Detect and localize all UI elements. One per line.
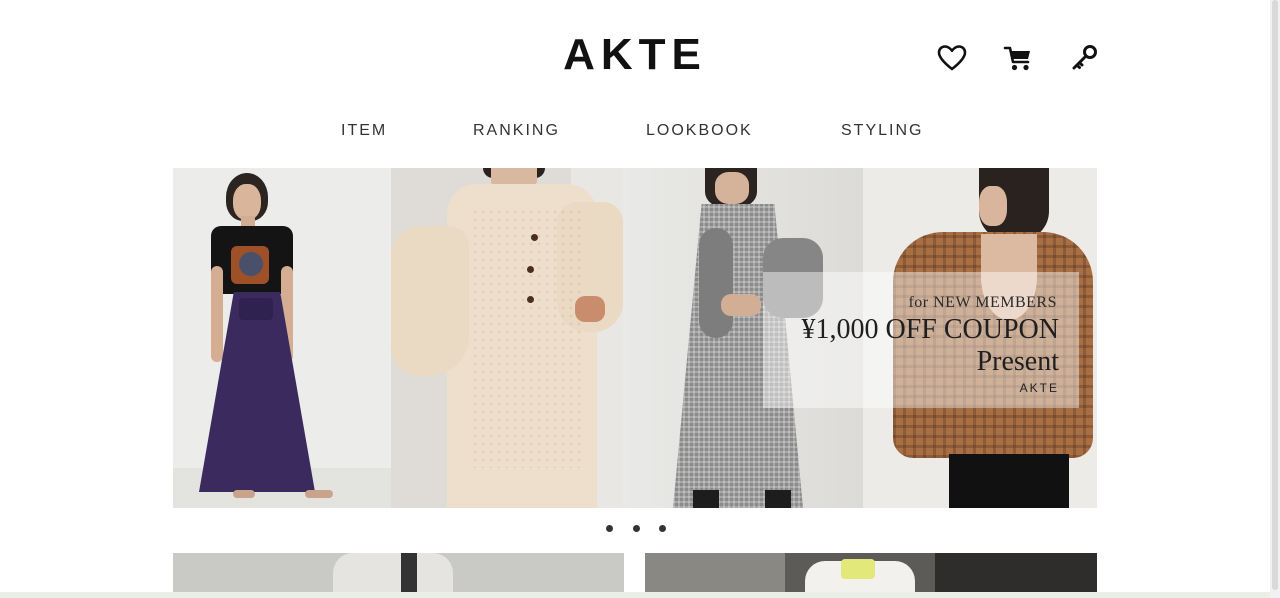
carousel-pagination xyxy=(0,525,1270,535)
hero-image-model-1 xyxy=(173,168,391,508)
coupon-brand: AKTE xyxy=(1019,381,1059,395)
coupon-title: ¥1,000 OFF COUPON xyxy=(801,314,1060,345)
bottom-strip xyxy=(0,592,1270,598)
hero-image-model-2 xyxy=(391,168,623,508)
carousel-dot-3[interactable] xyxy=(659,525,666,532)
nav-item-item[interactable]: ITEM xyxy=(341,122,387,140)
heart-icon xyxy=(937,45,967,71)
key-icon xyxy=(1072,45,1097,70)
hero-banner[interactable]: for NEW MEMBERS ¥1,000 OFF COUPON Presen… xyxy=(173,168,1097,508)
carousel-dot-2[interactable] xyxy=(633,525,640,532)
coupon-present: Present xyxy=(976,346,1059,377)
nav-item-ranking[interactable]: RANKING xyxy=(473,122,560,140)
coupon-banner[interactable]: for NEW MEMBERS ¥1,000 OFF COUPON Presen… xyxy=(763,272,1079,408)
coupon-subtitle: for NEW MEMBERS xyxy=(908,294,1057,311)
scrollbar-thumb[interactable] xyxy=(1272,0,1278,590)
carousel-dot-1[interactable] xyxy=(606,525,613,532)
nav-item-lookbook[interactable]: LOOKBOOK xyxy=(646,122,753,140)
favorites-button[interactable] xyxy=(932,38,972,78)
cart-button[interactable] xyxy=(998,38,1038,78)
page: AKTE ITEM RANKING LOOKBOOK STYLING for N… xyxy=(0,0,1270,598)
login-button[interactable] xyxy=(1064,38,1104,78)
nav-item-styling[interactable]: STYLING xyxy=(841,122,923,140)
scrollbar[interactable] xyxy=(1270,0,1280,598)
cart-icon xyxy=(1003,46,1030,71)
main-nav: ITEM RANKING LOOKBOOK STYLING xyxy=(0,122,1270,142)
